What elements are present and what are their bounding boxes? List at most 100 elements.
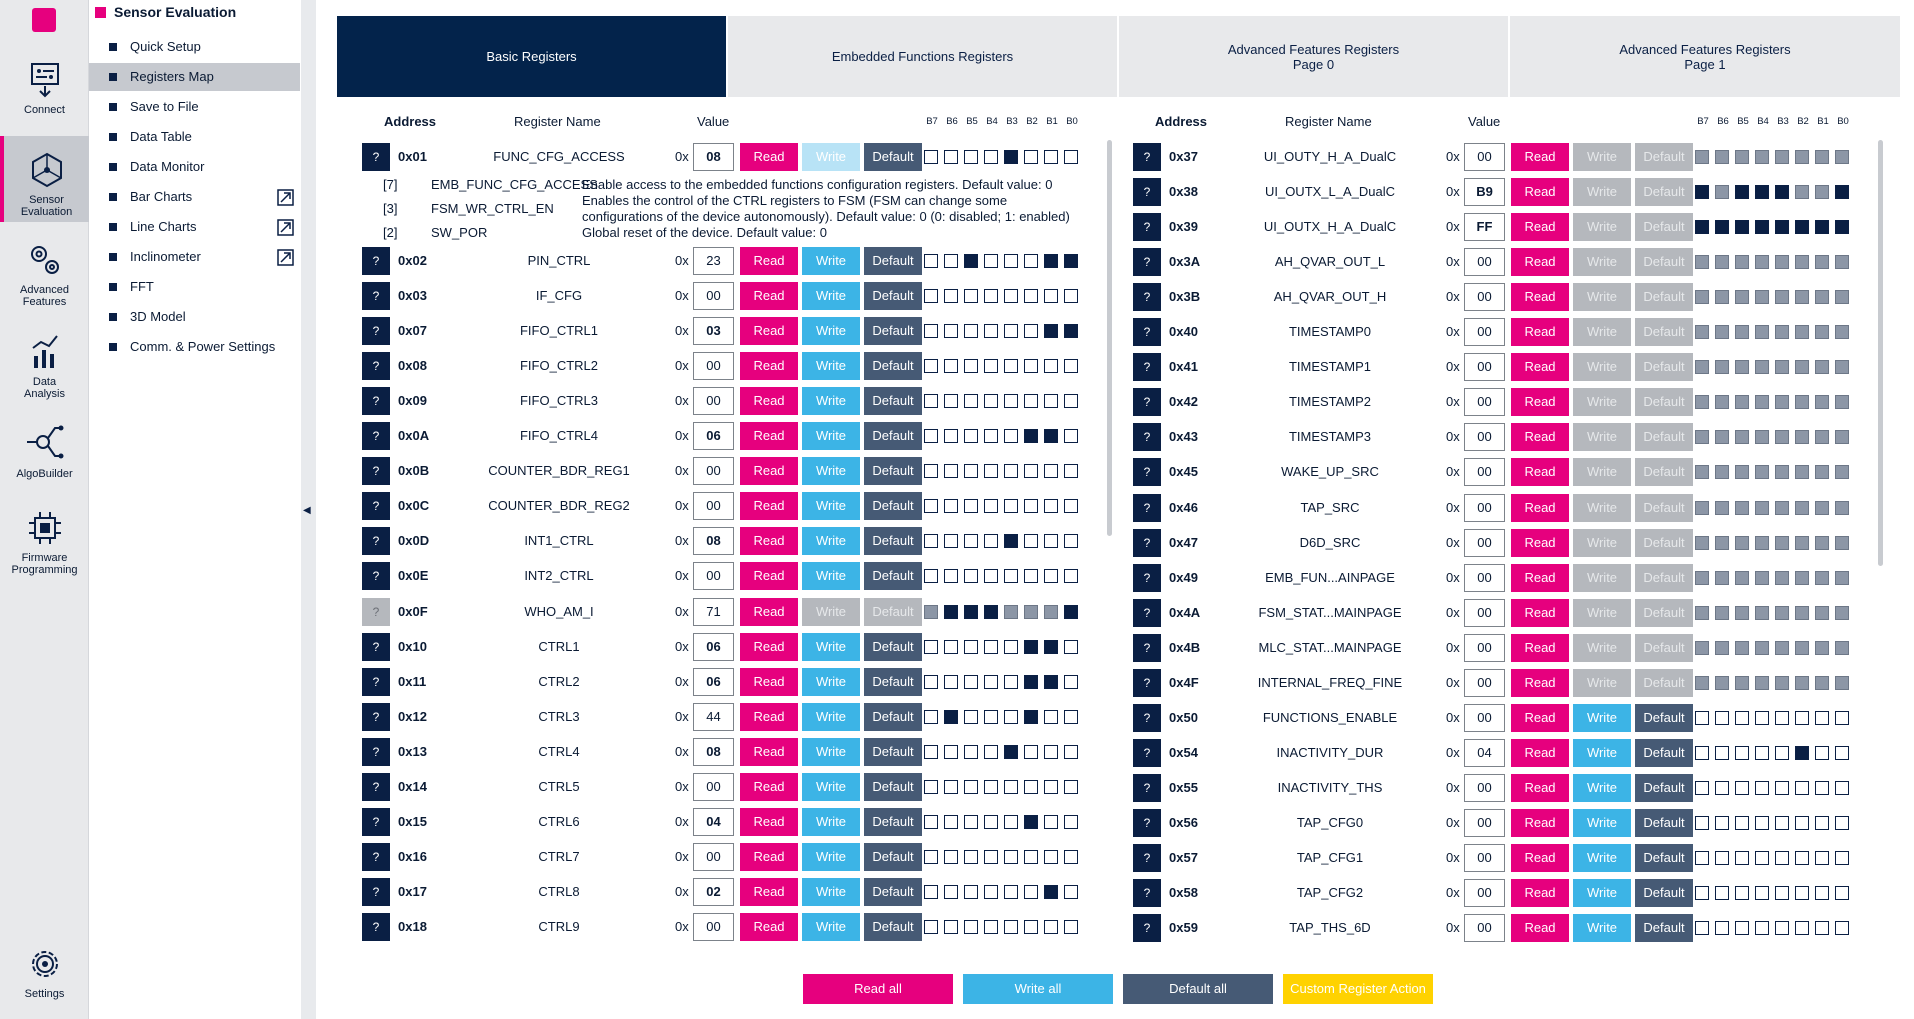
- bit-b0-toggle[interactable]: [1064, 359, 1078, 374]
- bit-b2-toggle[interactable]: [1024, 359, 1038, 374]
- bit-b5-toggle[interactable]: [1735, 921, 1749, 936]
- bit-b4-toggle[interactable]: [984, 289, 998, 304]
- register-value-input[interactable]: 00: [1464, 773, 1505, 802]
- register-value-input[interactable]: 00: [1464, 879, 1505, 908]
- bit-b5-toggle[interactable]: [964, 569, 978, 584]
- bit-b6-toggle[interactable]: [1715, 886, 1729, 901]
- bit-b6-toggle[interactable]: [944, 429, 958, 444]
- bit-b7-toggle[interactable]: [924, 639, 938, 654]
- bit-b4-toggle[interactable]: [984, 884, 998, 899]
- bit-b6-toggle[interactable]: [944, 324, 958, 339]
- open-external-icon[interactable]: [277, 218, 294, 236]
- bit-b6-toggle[interactable]: [944, 639, 958, 654]
- register-value-input[interactable]: 00: [693, 772, 734, 801]
- app-logo[interactable]: [32, 8, 56, 32]
- write-button[interactable]: Write: [1573, 914, 1631, 943]
- register-help-button[interactable]: ?: [1133, 914, 1161, 943]
- write-button[interactable]: Write: [802, 247, 860, 275]
- bit-b5-toggle[interactable]: [964, 254, 978, 268]
- bit-b7-toggle[interactable]: [1695, 710, 1709, 725]
- bit-b3-toggle[interactable]: [1775, 780, 1789, 795]
- bit-b2-toggle[interactable]: [1795, 886, 1809, 901]
- bit-b2-toggle[interactable]: [1795, 815, 1809, 830]
- write-button[interactable]: Write: [802, 317, 860, 346]
- read-button[interactable]: Read: [1511, 668, 1569, 697]
- rail-firmware-programming[interactable]: Firmware Programming: [0, 508, 89, 584]
- read-button[interactable]: Read: [1511, 914, 1569, 943]
- bit-b0-toggle[interactable]: [1835, 710, 1849, 725]
- bit-b0-toggle[interactable]: [1064, 394, 1078, 409]
- bit-b7-toggle[interactable]: [924, 464, 938, 479]
- write-button[interactable]: Write: [802, 387, 860, 416]
- custom-register-action-button[interactable]: Custom Register Action: [1283, 974, 1433, 1004]
- bit-b2-toggle[interactable]: [1795, 851, 1809, 865]
- register-value-input[interactable]: 71: [693, 597, 734, 626]
- register-value-input[interactable]: 00: [693, 912, 734, 941]
- bit-b7-toggle[interactable]: [1695, 851, 1709, 865]
- register-value-input[interactable]: B9: [1464, 178, 1505, 207]
- bit-b5-toggle[interactable]: [1735, 815, 1749, 830]
- bit-b6-toggle[interactable]: [944, 150, 958, 164]
- bit-b1-toggle[interactable]: [1815, 851, 1829, 865]
- bit-b7-toggle[interactable]: [924, 499, 938, 514]
- read-button[interactable]: Read: [740, 597, 798, 626]
- bit-b1-toggle[interactable]: [1044, 569, 1058, 584]
- default-button[interactable]: Default: [864, 842, 922, 871]
- register-help-button[interactable]: ?: [362, 667, 390, 696]
- bit-b1-toggle[interactable]: [1815, 780, 1829, 795]
- bit-b7-toggle[interactable]: [1695, 921, 1709, 936]
- register-value-input[interactable]: 00: [1464, 458, 1505, 487]
- bit-b6-toggle[interactable]: [1715, 745, 1729, 760]
- bit-b0-toggle[interactable]: [1064, 499, 1078, 514]
- bit-b1-toggle[interactable]: [1044, 394, 1058, 409]
- bit-b6-toggle[interactable]: [1715, 710, 1729, 725]
- bit-b4-toggle[interactable]: [984, 429, 998, 444]
- register-help-button[interactable]: ?: [1133, 844, 1161, 872]
- read-button[interactable]: Read: [740, 422, 798, 451]
- bit-b0-toggle[interactable]: [1835, 851, 1849, 865]
- write-button[interactable]: Write: [802, 352, 860, 381]
- register-help-button[interactable]: ?: [362, 492, 390, 521]
- bit-b3-toggle[interactable]: [1004, 744, 1018, 759]
- rail-advanced-features[interactable]: Advanced Features: [0, 240, 89, 314]
- bit-b3-toggle[interactable]: [1004, 569, 1018, 584]
- bit-b7-toggle[interactable]: [924, 779, 938, 794]
- bit-b7-toggle[interactable]: [924, 674, 938, 689]
- default-button[interactable]: Default: [864, 247, 922, 275]
- menu-item-inclinometer[interactable]: Inclinometer: [89, 243, 300, 271]
- read-button[interactable]: Read: [1511, 178, 1569, 207]
- default-button[interactable]: Default: [864, 422, 922, 451]
- register-help-button[interactable]: ?: [1133, 423, 1161, 452]
- register-value-input[interactable]: 00: [693, 492, 734, 521]
- menu-item-registers-map[interactable]: Registers Map: [89, 63, 300, 91]
- bit-b3-toggle[interactable]: [1004, 464, 1018, 479]
- bit-b3-toggle[interactable]: [1004, 919, 1018, 934]
- bit-b1-toggle[interactable]: [1044, 639, 1058, 654]
- bit-b2-toggle[interactable]: [1024, 429, 1038, 444]
- read-button[interactable]: Read: [740, 912, 798, 941]
- bit-b7-toggle[interactable]: [924, 709, 938, 724]
- bit-b5-toggle[interactable]: [964, 499, 978, 514]
- bit-b3-toggle[interactable]: [1004, 499, 1018, 514]
- register-help-button[interactable]: ?: [362, 737, 390, 766]
- default-button[interactable]: Default: [864, 527, 922, 556]
- rail-data-analysis[interactable]: Data Analysis: [0, 332, 89, 406]
- write-all-button[interactable]: Write all: [963, 974, 1113, 1004]
- read-button[interactable]: Read: [740, 842, 798, 871]
- read-button[interactable]: Read: [1511, 563, 1569, 592]
- read-button[interactable]: Read: [1511, 458, 1569, 487]
- write-button[interactable]: Write: [802, 632, 860, 661]
- bit-b2-toggle[interactable]: [1024, 884, 1038, 899]
- bit-b6-toggle[interactable]: [944, 289, 958, 304]
- tab-advanced-features-page0[interactable]: Advanced Features Registers Page 0: [1119, 16, 1510, 97]
- read-button[interactable]: Read: [1511, 143, 1569, 171]
- bit-b6-toggle[interactable]: [944, 849, 958, 864]
- read-button[interactable]: Read: [740, 667, 798, 696]
- bit-b4-toggle[interactable]: [1755, 851, 1769, 865]
- register-help-button[interactable]: ?: [362, 772, 390, 801]
- bit-b1-toggle[interactable]: [1044, 499, 1058, 514]
- bit-b3-toggle[interactable]: [1004, 394, 1018, 409]
- default-button[interactable]: Default: [1635, 879, 1693, 908]
- register-value-input[interactable]: 00: [1464, 808, 1505, 837]
- bit-b3-toggle[interactable]: [1775, 815, 1789, 830]
